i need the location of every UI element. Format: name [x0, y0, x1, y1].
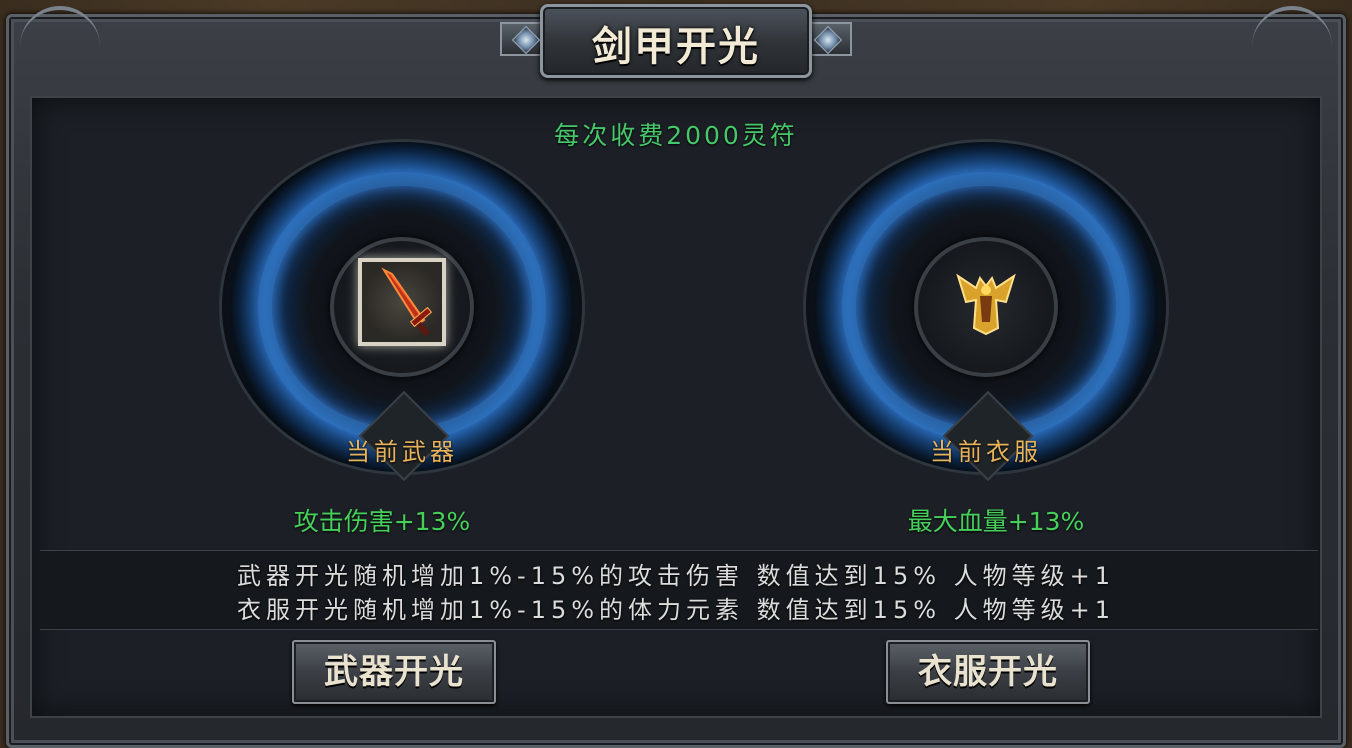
description-line-armor: 衣服开光随机增加1%-15%的体力元素 数值达到15% 人物等级+1: [236, 596, 1116, 624]
armor-enlighten-button[interactable]: 衣服开光: [886, 640, 1090, 704]
description-line-weapon: 武器开光随机增加1%-15%的攻击伤害 数值达到15% 人物等级+1: [236, 562, 1116, 590]
armor-stat: 最大血量+13%: [907, 507, 1085, 536]
armor-label: 当前衣服: [930, 438, 1042, 466]
weapon-label: 当前武器: [346, 438, 458, 466]
red-sword-icon: [381, 267, 433, 337]
weapon-item-slot[interactable]: [358, 258, 446, 346]
dialog-title: 剑甲开光: [592, 23, 760, 70]
armor-ring: 当前衣服: [806, 142, 1166, 482]
weapon-enlighten-button[interactable]: 武器开光: [292, 640, 496, 704]
golden-armor-icon: [956, 273, 1016, 336]
armor-item-slot[interactable]: [946, 262, 1026, 342]
weapon-ring: 当前武器: [222, 142, 582, 482]
weapon-stat: 攻击伤害+13%: [293, 507, 471, 536]
title-plaque: 剑甲开光: [500, 0, 852, 96]
